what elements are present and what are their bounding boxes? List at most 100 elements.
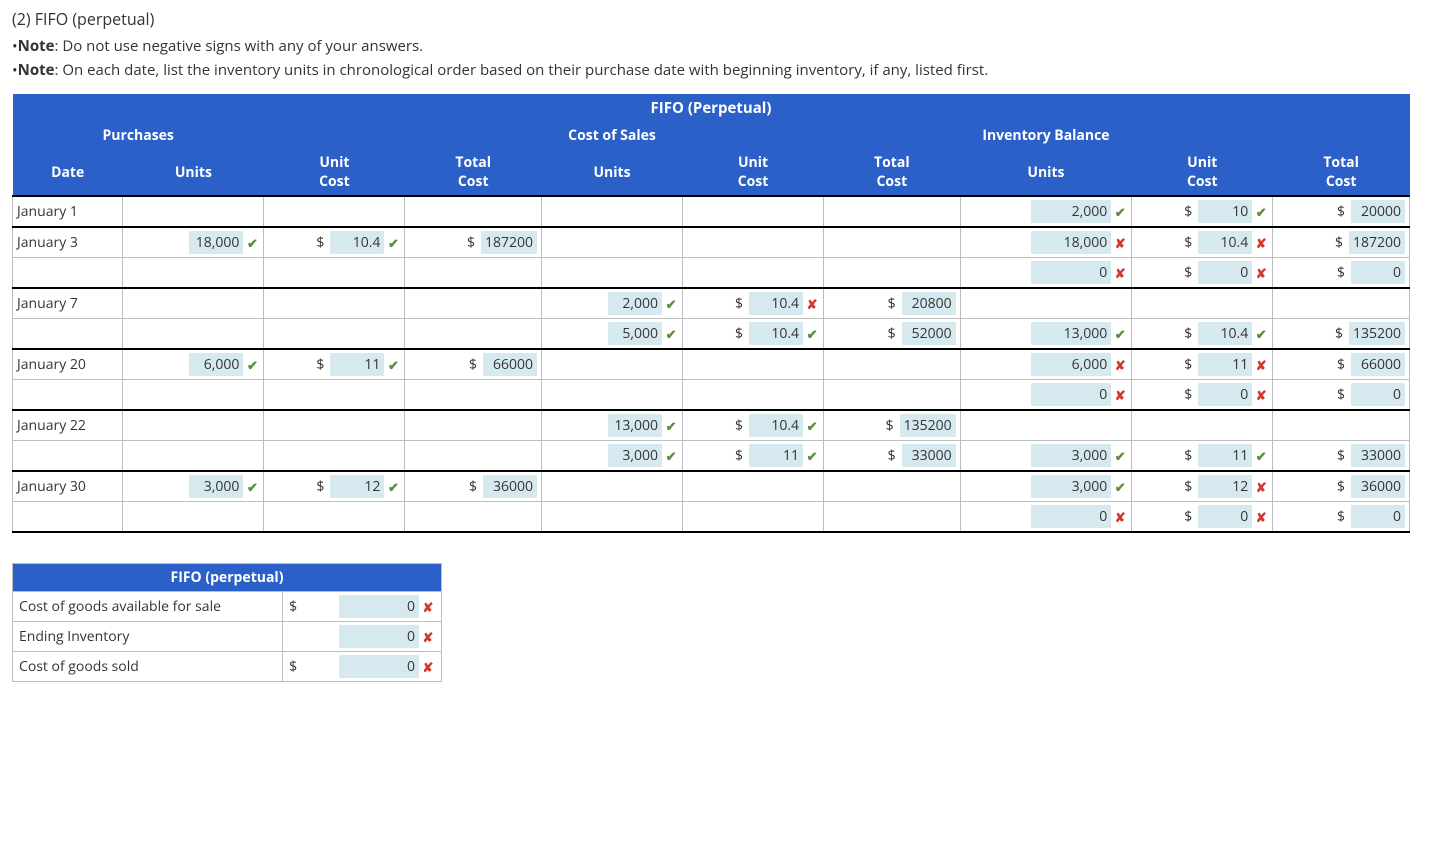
answer-input[interactable]: 187200 [1349,231,1405,254]
answer-input[interactable]: 6,000 [189,353,243,376]
table-row: 0✘$0✘$0 [13,258,1410,289]
answer-input[interactable]: 10.4 [330,231,384,254]
col-units: Units [542,149,683,196]
table-cell [123,441,264,472]
table-cell [824,349,961,380]
answer-input[interactable]: 3,000 [1031,475,1111,498]
col-unit-cost: UnitCost [264,149,405,196]
answer-input[interactable]: 0 [1351,261,1405,284]
fifo-table: FIFO (Perpetual) Purchases Cost of Sales… [12,94,1410,533]
table-cell [1132,288,1273,319]
table-cell [1273,410,1410,441]
answer-input[interactable]: 11 [1198,353,1252,376]
check-icon: ✔ [1254,447,1268,465]
answer-input[interactable]: 36000 [1351,475,1405,498]
x-icon: ✘ [805,295,819,313]
table-cell: $0✘ [1132,502,1273,533]
dollar-sign: $ [735,294,747,313]
table-cell [683,380,824,411]
summary-row: Cost of goods sold$0✘ [13,652,442,682]
table-cell: $11✘ [1132,349,1273,380]
answer-input[interactable]: 36000 [483,475,537,498]
answer-input[interactable]: 10.4 [1198,322,1252,345]
answer-input[interactable]: 10.4 [1198,231,1252,254]
dollar-sign: $ [1184,263,1196,282]
date-cell: January 30 [13,471,123,502]
x-icon: ✘ [421,658,435,676]
answer-input[interactable]: 11 [1198,444,1252,467]
table-cell [542,196,683,227]
answer-input[interactable]: 33000 [902,444,956,467]
check-icon: ✔ [1113,447,1127,465]
dollar-sign: $ [888,294,900,313]
answer-input[interactable]: 3,000 [189,475,243,498]
table-cell: $10.4✔ [264,227,405,258]
table-cell: $11✔ [264,349,405,380]
answer-input[interactable]: 13,000 [608,414,662,437]
table-cell [542,258,683,289]
table-cell: 2,000✔ [542,288,683,319]
answer-input[interactable]: 0 [1351,505,1405,528]
answer-input[interactable]: 20000 [1351,200,1405,223]
answer-input[interactable]: 10.4 [749,322,803,345]
answer-input[interactable]: 6,000 [1031,353,1111,376]
answer-input[interactable]: 11 [330,353,384,376]
table-cell [1273,288,1410,319]
check-icon: ✔ [1254,203,1268,221]
answer-input[interactable]: 33000 [1351,444,1405,467]
dollar-sign: $ [467,233,479,252]
check-icon: ✔ [386,478,400,496]
answer-input[interactable]: 18,000 [1031,231,1111,254]
answer-input[interactable]: 13,000 [1031,322,1111,345]
answer-input[interactable]: 0 [339,655,419,678]
answer-input[interactable]: 0 [1198,261,1252,284]
col-inventory-balance: Inventory Balance [960,122,1132,149]
table-cell: 3,000✔ [123,471,264,502]
answer-input[interactable]: 18,000 [189,231,243,254]
answer-input[interactable]: 0 [1351,383,1405,406]
table-cell [123,410,264,441]
answer-input[interactable]: 5,000 [608,322,662,345]
answer-input[interactable]: 12 [330,475,384,498]
answer-input[interactable]: 0 [1031,261,1111,284]
answer-input[interactable]: 0 [1031,383,1111,406]
answer-input[interactable]: 11 [749,444,803,467]
table-row: January 206,000✔$11✔$660006,000✘$11✘$660… [13,349,1410,380]
table-cell: 13,000✔ [960,319,1132,350]
answer-input[interactable]: 20800 [902,292,956,315]
answer-input[interactable]: 66000 [483,353,537,376]
question-title: (2) FIFO (perpetual) [12,8,1426,30]
dollar-sign: $ [888,324,900,343]
answer-input[interactable]: 10.4 [749,292,803,315]
date-cell [13,502,123,533]
table-row: 0✘$0✘$0 [13,380,1410,411]
table-cell [264,380,405,411]
answer-input[interactable]: 3,000 [1031,444,1111,467]
table-cell [683,471,824,502]
date-cell: January 3 [13,227,123,258]
answer-input[interactable]: 0 [339,625,419,648]
answer-input[interactable]: 3,000 [608,444,662,467]
answer-input[interactable]: 10.4 [749,414,803,437]
answer-input[interactable]: 0 [1198,383,1252,406]
answer-input[interactable]: 135200 [1349,322,1405,345]
table-cell [405,441,542,472]
answer-input[interactable]: 187200 [481,231,537,254]
answer-input[interactable]: 66000 [1351,353,1405,376]
answer-input[interactable]: 52000 [902,322,956,345]
answer-input[interactable]: 135200 [900,414,956,437]
x-icon: ✘ [421,628,435,646]
answer-input[interactable]: 0 [1198,505,1252,528]
date-cell [13,380,123,411]
answer-input[interactable]: 12 [1198,475,1252,498]
answer-input[interactable]: 2,000 [1031,200,1111,223]
table-cell [683,349,824,380]
answer-input[interactable]: 0 [1031,505,1111,528]
dollar-sign: $ [316,233,328,252]
answer-input[interactable]: 2,000 [608,292,662,315]
col-unit-cost: UnitCost [683,149,824,196]
check-icon: ✔ [664,325,678,343]
answer-input[interactable]: 10 [1198,200,1252,223]
answer-input[interactable]: 0 [339,595,419,618]
col-total-cost: TotalCost [824,149,961,196]
